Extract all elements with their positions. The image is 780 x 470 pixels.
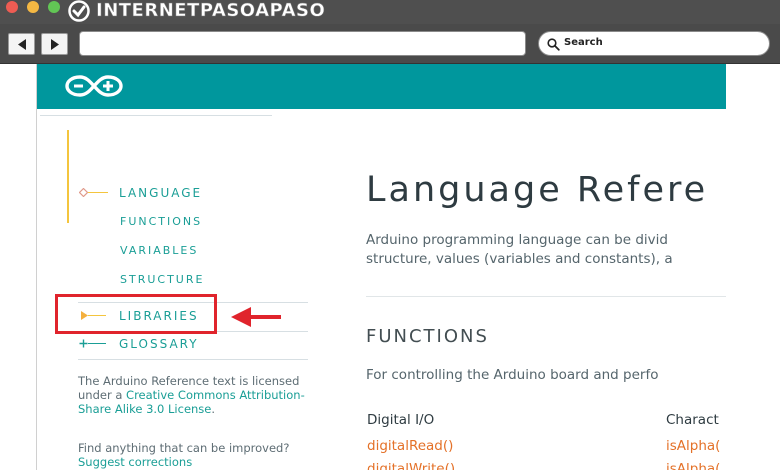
sidebar-item-label: GLOSSARY: [119, 337, 199, 351]
column-heading-characters: Charact: [666, 412, 719, 428]
tree-connector: [88, 343, 106, 344]
browser-title-bar: INTERNETPASOAPASO: [0, 0, 780, 24]
sidebar-item-functions[interactable]: FUNCTIONS: [78, 209, 308, 235]
diamond-icon: [79, 188, 88, 197]
forward-button[interactable]: [41, 33, 68, 55]
link-isalphanumeric[interactable]: isAlpha(: [666, 461, 720, 470]
back-button[interactable]: [8, 33, 35, 55]
license-text: The Arduino Reference text is licensed u…: [78, 374, 305, 416]
suggest-corrections-link[interactable]: Suggest corrections: [78, 455, 192, 469]
search-input[interactable]: Search: [538, 31, 770, 56]
search-icon: [547, 38, 560, 51]
column-heading-digital-io: Digital I/O: [367, 412, 435, 428]
link-digitalread[interactable]: digitalRead(): [367, 438, 453, 454]
sidebar-item-label: VARIABLES: [120, 244, 199, 257]
site-header: [37, 64, 727, 109]
minimize-window-button[interactable]: [27, 1, 39, 13]
close-window-button[interactable]: [6, 1, 18, 13]
browser-toolbar: Search: [0, 24, 780, 64]
sidebar-item-language[interactable]: LANGUAGE: [78, 180, 308, 206]
search-placeholder: Search: [564, 37, 603, 48]
sidebar-item-label: FUNCTIONS: [120, 215, 203, 228]
page-clip-region: [726, 64, 780, 470]
arrow-left-icon: [18, 39, 26, 50]
link-isalpha[interactable]: isAlpha(: [666, 438, 720, 454]
sidebar-item-label: LANGUAGE: [119, 186, 203, 200]
arduino-logo-icon[interactable]: [65, 74, 123, 98]
section-description: For controlling the Arduino board and pe…: [366, 367, 659, 383]
link-digitalwrite[interactable]: digitalWrite(): [367, 461, 455, 470]
sidebar-item-label: STRUCTURE: [120, 273, 205, 286]
sidebar-item-variables[interactable]: VARIABLES: [78, 238, 308, 264]
section-title-functions: FUNCTIONS: [366, 326, 489, 347]
page-description: Arduino programming language can be divi…: [366, 232, 673, 267]
find-text: Find anything that can be improved? Sugg…: [78, 441, 290, 469]
sidebar-item-structure[interactable]: STRUCTURE: [78, 267, 308, 293]
watermark-logo-icon: [68, 0, 90, 22]
tree-connector: [88, 192, 108, 193]
section-divider: [366, 296, 726, 297]
maximize-window-button[interactable]: [48, 1, 60, 13]
red-arrow-icon: [231, 307, 281, 327]
address-bar[interactable]: [79, 31, 526, 56]
sidebar-top-divider: [40, 115, 272, 116]
arrow-right-icon: [51, 39, 59, 50]
watermark-text: INTERNETPASOAPASO: [96, 0, 326, 21]
page-title: Language Refere: [366, 170, 709, 210]
sidebar-item-glossary[interactable]: GLOSSARY: [78, 332, 308, 358]
sidebar-divider: [78, 359, 308, 360]
plus-icon: [79, 339, 88, 348]
nav-tree-line: [67, 130, 69, 223]
highlight-box: [55, 294, 217, 334]
